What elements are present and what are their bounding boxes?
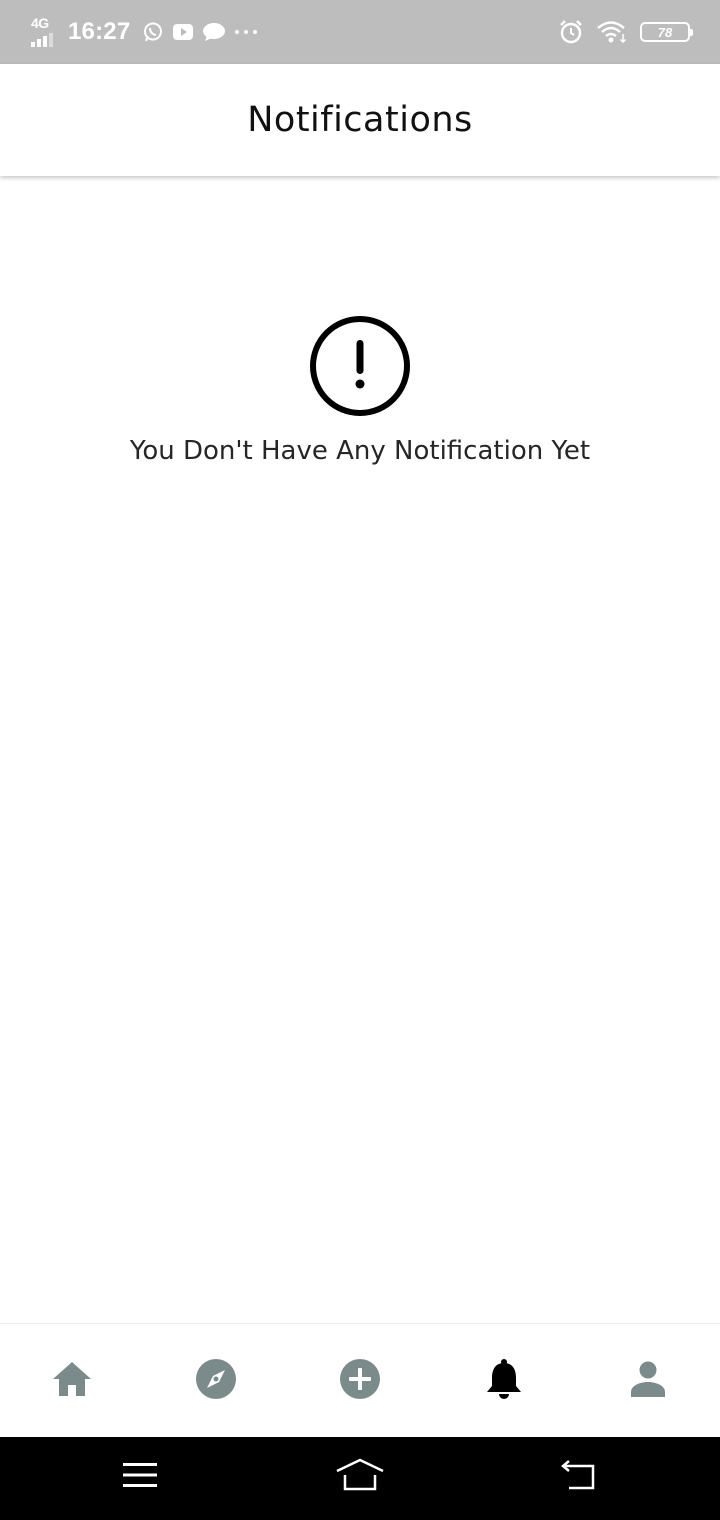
- status-left: 4G 16:27: [30, 0, 266, 64]
- more-dots-icon: [234, 28, 258, 36]
- home-icon: [51, 1360, 93, 1403]
- system-menu-button[interactable]: [110, 1457, 170, 1497]
- back-icon: [559, 1459, 597, 1495]
- battery-icon: 78: [640, 22, 693, 42]
- add-circle-icon: [339, 1358, 381, 1405]
- person-icon: [630, 1361, 666, 1402]
- page-title: Notifications: [247, 100, 473, 140]
- nav-notifications[interactable]: [432, 1324, 576, 1438]
- bell-icon: [485, 1358, 523, 1405]
- system-back-button[interactable]: [548, 1457, 608, 1497]
- compass-icon: [195, 1358, 237, 1405]
- network-label: 4G: [31, 15, 49, 31]
- nav-explore[interactable]: [144, 1324, 288, 1438]
- message-icon: [202, 22, 226, 42]
- app-bar: Notifications: [0, 64, 720, 176]
- wifi-icon: [596, 20, 628, 44]
- menu-icon: [122, 1462, 158, 1493]
- home-outline-icon: [335, 1458, 385, 1497]
- bottom-navigation: [0, 1323, 720, 1437]
- empty-state-message: You Don't Have Any Notification Yet: [129, 436, 591, 466]
- alarm-icon: [558, 19, 584, 45]
- exclamation-circle-icon: [309, 315, 411, 417]
- signal-icon: [31, 33, 53, 47]
- system-home-button[interactable]: [330, 1457, 390, 1497]
- nav-home[interactable]: [0, 1324, 144, 1438]
- network-indicator: 4G: [30, 15, 62, 47]
- whatsapp-icon: [142, 21, 164, 43]
- nav-add[interactable]: [288, 1324, 432, 1438]
- status-right: 78: [558, 0, 693, 64]
- battery-level: 78: [657, 24, 673, 40]
- status-bar: 4G 16:27 78: [0, 0, 720, 64]
- system-navigation-bar: [0, 1437, 720, 1520]
- youtube-icon: [172, 23, 194, 41]
- clock: 16:27: [68, 18, 131, 45]
- nav-profile[interactable]: [576, 1324, 720, 1438]
